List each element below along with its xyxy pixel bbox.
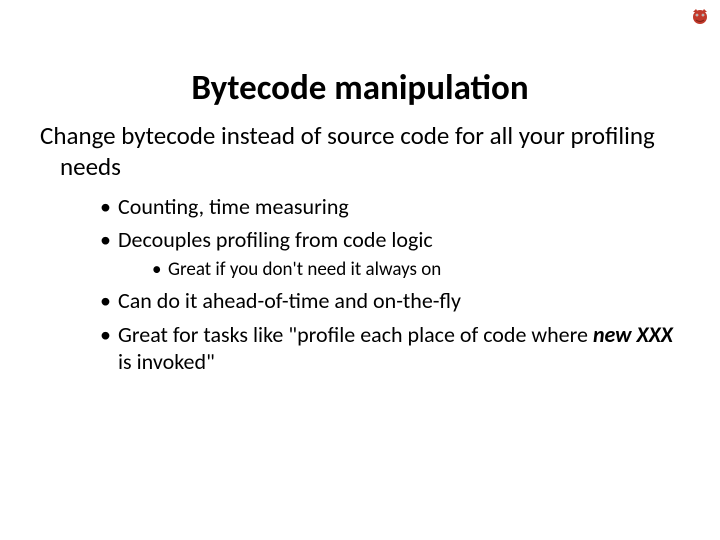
slide-title: Bytecode manipulation: [0, 67, 720, 109]
slide: Bytecode manipulation Change bytecode in…: [0, 0, 720, 540]
list-item: Great for tasks like "profile each place…: [100, 321, 680, 376]
intro-text: Change bytecode instead of source code f…: [60, 120, 680, 183]
list-item-text: Decouples profiling from code logic: [118, 226, 433, 253]
list-item: Great if you don't need it always on: [152, 258, 680, 282]
list-item: Decouples profiling from code logic Grea…: [100, 226, 680, 281]
sub-bullet-list: Great if you don't need it always on: [118, 258, 680, 282]
list-item: Counting, time measuring: [100, 193, 680, 221]
list-item: Can do it ahead-of-time and on-the-fly: [100, 287, 680, 315]
mascot-logo-icon: [690, 6, 710, 26]
slide-body: Change bytecode instead of source code f…: [40, 120, 680, 382]
list-item-emphasis: new XXX: [593, 321, 673, 348]
list-item-text-post: is invoked": [118, 348, 215, 375]
list-item-text-pre: Great for tasks like "profile each place…: [118, 321, 593, 348]
bullet-list: Counting, time measuring Decouples profi…: [40, 193, 680, 376]
